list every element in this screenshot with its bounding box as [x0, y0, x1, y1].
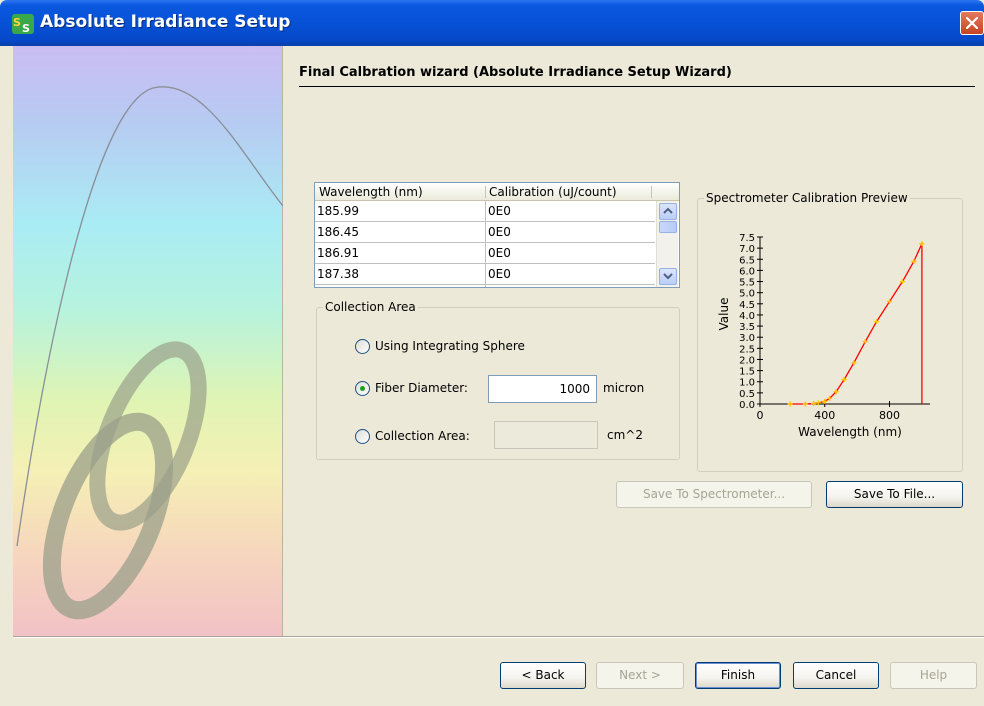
- spectrasuite-app-icon: S S: [12, 14, 34, 35]
- radio-selected-dot: [360, 386, 365, 391]
- y-tick-label: 4.0: [739, 311, 755, 322]
- radio-collection-area[interactable]: Collection Area:: [355, 427, 495, 447]
- cell-wavelength: 186.45: [317, 225, 359, 239]
- header-divider: [299, 86, 975, 87]
- help-button[interactable]: Help: [890, 662, 977, 689]
- y-tick-label: 6.0: [739, 266, 755, 277]
- collection-area-unit: cm^2: [607, 428, 643, 442]
- cell-calibration: 0E0: [488, 204, 511, 218]
- y-tick-label: 5.5: [739, 278, 755, 289]
- scroll-down-button[interactable]: [659, 268, 677, 285]
- scroll-thumb[interactable]: [659, 221, 677, 233]
- cell-wavelength: 185.99: [317, 204, 359, 218]
- column-divider: [485, 201, 486, 287]
- y-tick-label: 6.5: [739, 255, 755, 266]
- cell-calibration: 0E0: [488, 225, 511, 239]
- calibration-table[interactable]: Wavelength (nm) Calibration (uJ/count) 1…: [314, 182, 680, 288]
- close-button[interactable]: [960, 11, 984, 35]
- data-point: [787, 401, 793, 407]
- chevron-up-icon: [663, 207, 673, 214]
- x-tick-label: 800: [879, 409, 900, 422]
- cell-calibration: 0E0: [488, 246, 511, 260]
- data-point: [919, 241, 925, 247]
- column-divider: [485, 186, 486, 198]
- back-button[interactable]: < Back: [500, 662, 586, 689]
- table-vertical-scrollbar[interactable]: [656, 201, 678, 287]
- table-header: Wavelength (nm) Calibration (uJ/count): [315, 183, 679, 201]
- finish-button[interactable]: Finish: [695, 662, 781, 689]
- cell-wavelength: 186.91: [317, 246, 359, 260]
- y-tick-label: 3.0: [739, 333, 755, 344]
- y-tick-label: 1.0: [739, 378, 755, 389]
- radio-fiber-diameter[interactable]: Fiber Diameter:: [355, 379, 495, 399]
- x-axis-label: Wavelength (nm): [798, 425, 902, 439]
- radio-integrating-sphere[interactable]: Using Integrating Sphere: [355, 337, 555, 357]
- y-tick-label: 0.0: [739, 400, 755, 411]
- y-tick-label: 2.0: [739, 355, 755, 366]
- svg-text:S: S: [13, 16, 21, 29]
- y-tick-label: 5.0: [739, 289, 755, 300]
- window-title: Absolute Irradiance Setup: [40, 12, 291, 32]
- wizard-page-title: Final Calbration wizard (Absolute Irradi…: [299, 65, 732, 80]
- collection-area-legend: Collection Area: [323, 300, 418, 314]
- column-divider: [651, 186, 652, 198]
- chevron-down-icon: [663, 273, 673, 280]
- radio-label: Fiber Diameter:: [375, 381, 468, 395]
- y-tick-label: 1.5: [739, 367, 755, 378]
- collection-area-group: Collection Area Using Integrating Sphere…: [316, 300, 680, 460]
- data-point: [802, 401, 808, 407]
- calibration-preview-group: Spectrometer Calibration Preview 0.0 0.5 1…: [697, 191, 963, 472]
- spectrum-curve-logo: [16, 86, 283, 620]
- y-tick-label: 7.0: [739, 244, 755, 255]
- y-tick-label: 3.5: [739, 322, 755, 333]
- data-point: [862, 339, 868, 345]
- scroll-up-button[interactable]: [659, 203, 677, 220]
- collection-area-input[interactable]: [494, 421, 598, 449]
- radio-button[interactable]: [355, 429, 370, 444]
- footer-divider-highlight: [13, 637, 984, 638]
- cell-wavelength: 187.38: [317, 267, 359, 281]
- column-header-wavelength[interactable]: Wavelength (nm): [319, 185, 423, 199]
- fiber-diameter-input[interactable]: 1000: [488, 375, 597, 403]
- y-tick-label: 0.5: [739, 389, 755, 400]
- save-to-spectrometer-button[interactable]: Save To Spectrometer...: [616, 481, 812, 508]
- save-to-file-button[interactable]: Save To File...: [826, 481, 963, 508]
- calibration-preview-chart: 0.00.51.01.52.02.53.03.54.04.55.05.56.06…: [717, 233, 930, 439]
- close-icon: [966, 17, 978, 29]
- y-tick-label: 7.5: [739, 233, 755, 244]
- wizard-side-banner: [13, 46, 283, 636]
- column-header-calibration[interactable]: Calibration (uJ/count): [489, 185, 617, 199]
- next-button[interactable]: Next >: [596, 662, 684, 689]
- data-point: [810, 401, 816, 407]
- radio-button[interactable]: [355, 339, 370, 354]
- svg-text:S: S: [22, 22, 30, 34]
- x-tick-label: 400: [814, 409, 835, 422]
- cell-calibration: 0E0: [488, 267, 511, 281]
- x-tick-label: 0: [757, 409, 764, 422]
- radio-label: Using Integrating Sphere: [375, 339, 525, 353]
- series-line: [790, 243, 923, 405]
- y-tick-label: 2.5: [739, 344, 755, 355]
- fiber-diameter-unit: micron: [603, 381, 645, 395]
- cancel-button[interactable]: Cancel: [793, 662, 879, 689]
- absolute-irradiance-setup-window: S S Absolute Irradiance Setup Final Calb…: [0, 0, 984, 706]
- radio-button-selected[interactable]: [355, 381, 370, 396]
- radio-label: Collection Area:: [375, 429, 470, 443]
- title-bar[interactable]: S S Absolute Irradiance Setup: [0, 0, 984, 46]
- y-axis-label: Value: [717, 298, 731, 331]
- y-tick-label: 4.5: [739, 300, 755, 311]
- data-point: [815, 400, 821, 406]
- data-point: [911, 258, 917, 264]
